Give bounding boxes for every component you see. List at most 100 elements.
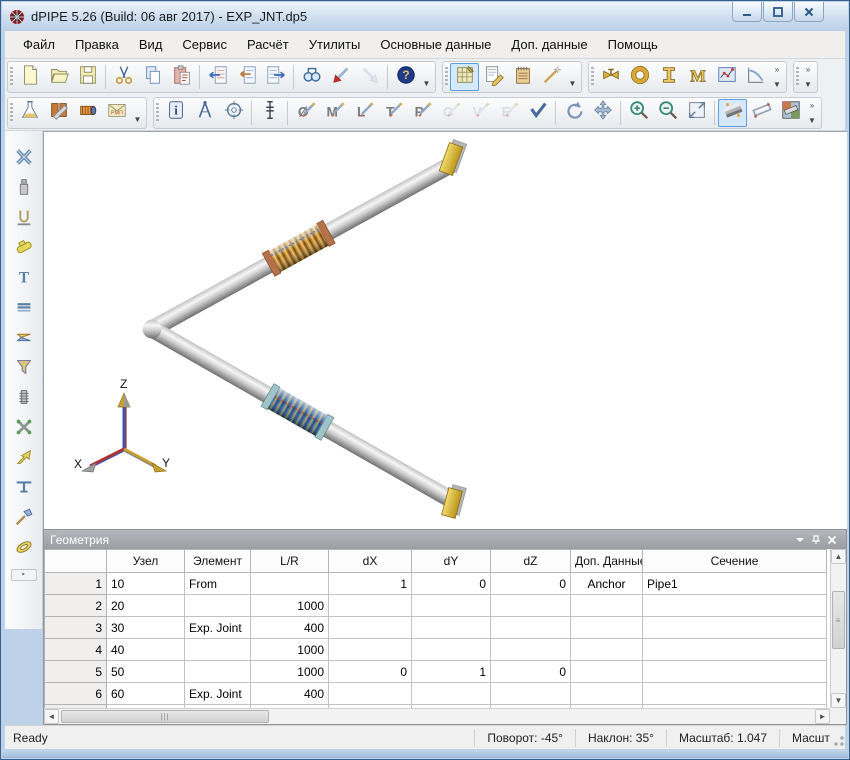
- vertical-scrollbar[interactable]: ▲ ≡ ▼: [830, 549, 846, 708]
- toolbar-options-dropdown[interactable]: ▼: [566, 63, 579, 91]
- pencil-diameter-button[interactable]: Ø: [291, 99, 320, 127]
- pencil-p-button[interactable]: P: [407, 99, 436, 127]
- column-header-rownum[interactable]: [45, 550, 107, 573]
- column-header-dY[interactable]: dY: [412, 550, 491, 573]
- table-cell[interactable]: [329, 639, 412, 661]
- save-file-button[interactable]: [73, 63, 102, 91]
- import-page-left-button[interactable]: [203, 63, 232, 91]
- column-header-Доп. Данные[interactable]: Доп. Данные: [571, 550, 643, 573]
- edit-sheet-button[interactable]: [479, 63, 508, 91]
- pencil-l-button[interactable]: L: [349, 99, 378, 127]
- column-header-dZ[interactable]: dZ: [491, 550, 571, 573]
- valve-button[interactable]: [596, 63, 625, 91]
- pencil-e-button[interactable]: E: [494, 99, 523, 127]
- table-cell[interactable]: [571, 617, 643, 639]
- column-header-dX[interactable]: dX: [329, 550, 412, 573]
- shaded-view-button[interactable]: [718, 99, 747, 127]
- menu-item-файл[interactable]: Файл: [13, 33, 65, 56]
- u-support-button[interactable]: [9, 205, 38, 233]
- flask-button[interactable]: [15, 99, 44, 127]
- menu-item-вид[interactable]: Вид: [129, 33, 173, 56]
- help-button[interactable]: ?: [391, 63, 420, 91]
- table-cell[interactable]: [412, 639, 491, 661]
- row-number-cell[interactable]: 5: [45, 661, 107, 683]
- scroll-up-button[interactable]: ▲: [831, 549, 846, 564]
- table-cell[interactable]: [329, 617, 412, 639]
- maximize-button[interactable]: [763, 2, 793, 22]
- table-cell[interactable]: 60: [107, 683, 185, 705]
- x-joint-button[interactable]: [9, 415, 38, 443]
- flange-button[interactable]: [9, 295, 38, 323]
- new-file-button[interactable]: [15, 63, 44, 91]
- row-number-cell[interactable]: 4: [45, 639, 107, 661]
- table-cell[interactable]: 400: [251, 683, 329, 705]
- toolbar-overflow-chevron[interactable]: »▼: [770, 63, 784, 91]
- table-cell[interactable]: Exp. Joint: [185, 683, 251, 705]
- spring-hanger-button[interactable]: [9, 385, 38, 413]
- table-cell[interactable]: Pipe1: [643, 573, 827, 595]
- t-support-button[interactable]: [9, 475, 38, 503]
- column-header-L/R[interactable]: L/R: [251, 550, 329, 573]
- table-cell[interactable]: 0: [329, 661, 412, 683]
- toolbar-expand-notch[interactable]: ‣: [11, 569, 37, 581]
- column-header-Узел[interactable]: Узел: [107, 550, 185, 573]
- zoom-out-button[interactable]: [653, 99, 682, 127]
- minimize-button[interactable]: [732, 2, 762, 22]
- pan-button[interactable]: [588, 99, 617, 127]
- pencil-m-button[interactable]: M: [320, 99, 349, 127]
- table-cell[interactable]: [571, 683, 643, 705]
- table-cell[interactable]: 30: [107, 617, 185, 639]
- chart-button[interactable]: [712, 63, 741, 91]
- table-cell[interactable]: 400: [251, 617, 329, 639]
- hammer-tool-button[interactable]: [9, 505, 38, 533]
- book-pencil-button[interactable]: [44, 99, 73, 127]
- table-cell[interactable]: [571, 595, 643, 617]
- table-cell[interactable]: [329, 683, 412, 705]
- table-cell[interactable]: 1000: [251, 639, 329, 661]
- column-header-Сечение[interactable]: Сечение: [643, 550, 827, 573]
- table-cell[interactable]: [491, 595, 571, 617]
- table-cell[interactable]: From: [185, 573, 251, 595]
- table-cell[interactable]: Anchor: [571, 573, 643, 595]
- envelope-pmn-button[interactable]: РМП: [102, 99, 131, 127]
- m-beam-button[interactable]: M: [683, 63, 712, 91]
- menu-item-сервис[interactable]: Сервис: [172, 33, 237, 56]
- menu-item-утилиты[interactable]: Утилиты: [299, 33, 371, 56]
- toolbar-overflow-chevron[interactable]: »▼: [801, 63, 815, 91]
- weight-button[interactable]: [9, 175, 38, 203]
- paste-button[interactable]: [167, 63, 196, 91]
- table-cell[interactable]: 1: [329, 573, 412, 595]
- menu-item-помощь[interactable]: Помощь: [598, 33, 668, 56]
- scroll-left-button[interactable]: ◄: [44, 709, 59, 724]
- zoom-in-button[interactable]: [624, 99, 653, 127]
- menu-item-основные-данные[interactable]: Основные данные: [370, 33, 501, 56]
- spring-support-button[interactable]: [255, 99, 284, 127]
- table-cell[interactable]: 0: [412, 573, 491, 595]
- menu-item-доп-данные[interactable]: Доп. данные: [501, 33, 597, 56]
- table-cell[interactable]: 0: [491, 573, 571, 595]
- table-cell[interactable]: [185, 639, 251, 661]
- table-cell[interactable]: [412, 617, 491, 639]
- table-cell[interactable]: 1: [412, 661, 491, 683]
- pencil-t-button[interactable]: T: [378, 99, 407, 127]
- ring-button[interactable]: [625, 63, 654, 91]
- table-cell[interactable]: [643, 661, 827, 683]
- valve-small-button[interactable]: [9, 235, 38, 263]
- rotate-button[interactable]: [559, 99, 588, 127]
- table-cell[interactable]: 40: [107, 639, 185, 661]
- title-bar[interactable]: dPIPE 5.26 (Build: 06 авг 2017) - EXP_JN…: [2, 2, 848, 31]
- table-cell[interactable]: [643, 683, 827, 705]
- horizontal-scroll-thumb[interactable]: |||: [61, 710, 269, 723]
- import-page-left-2-button[interactable]: [232, 63, 261, 91]
- insulation-button[interactable]: [73, 99, 102, 127]
- scroll-right-button[interactable]: ►: [815, 709, 830, 724]
- decay-curve-button[interactable]: [741, 63, 770, 91]
- table-cell[interactable]: 1000: [251, 661, 329, 683]
- menu-item-правка[interactable]: Правка: [65, 33, 129, 56]
- pencil-g-button[interactable]: G: [436, 99, 465, 127]
- find-binoculars-button[interactable]: [297, 63, 326, 91]
- redo-button[interactable]: [355, 63, 384, 91]
- check-y-button[interactable]: [523, 99, 552, 127]
- resize-grip[interactable]: [831, 729, 845, 747]
- i-beam-button[interactable]: [654, 63, 683, 91]
